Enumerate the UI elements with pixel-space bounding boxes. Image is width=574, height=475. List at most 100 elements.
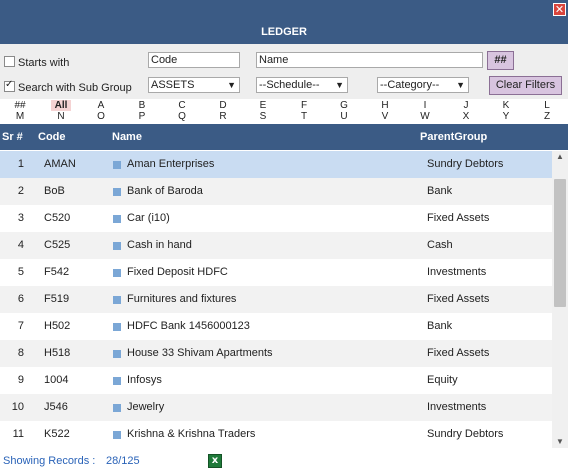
alpha-filter-p[interactable]: P: [132, 111, 152, 122]
alpha-filter-g[interactable]: G: [334, 100, 354, 111]
ledger-icon: [113, 431, 121, 439]
alpha-filter-x[interactable]: X: [456, 111, 476, 122]
category-select[interactable]: --Category-- ▼: [377, 77, 469, 93]
chevron-down-icon: ▼: [227, 80, 236, 90]
table-row[interactable]: 5 F542 Fixed Deposit HDFC Investments: [0, 259, 552, 286]
cell-code: C520: [44, 212, 71, 224]
alpha-filter-o[interactable]: O: [91, 111, 111, 122]
group-select[interactable]: ASSETS ▼: [148, 77, 240, 93]
cell-code: 1004: [44, 374, 69, 386]
subgroup-label: Search with Sub Group: [18, 82, 132, 94]
table-row[interactable]: 7 H502 HDFC Bank 1456000123 Bank: [0, 313, 552, 340]
close-icon[interactable]: ✕: [553, 3, 566, 16]
table-row[interactable]: 9 1004 Infosys Equity: [0, 367, 552, 394]
cell-name: Bank of Baroda: [127, 185, 203, 197]
alpha-filter-b[interactable]: B: [132, 100, 152, 111]
cell-parent-group: Fixed Assets: [427, 293, 490, 305]
cell-name: House 33 Shivam Apartments: [127, 347, 273, 359]
cell-name: Furnitures and fixtures: [127, 293, 237, 305]
table-row[interactable]: 6 F519 Furnitures and fixtures Fixed Assets: [0, 286, 552, 313]
alpha-filter-all[interactable]: All: [51, 100, 71, 111]
cell-code: F519: [44, 293, 70, 305]
table-row[interactable]: 2 BoB Bank of Baroda Bank: [0, 178, 552, 205]
ledger-icon: [113, 350, 121, 358]
alpha-filter-i[interactable]: I: [415, 100, 435, 111]
title-bar: LEDGER ✕: [0, 0, 568, 44]
grid-header: Sr # Code Name ParentGroup: [0, 124, 568, 150]
alpha-filter-q[interactable]: Q: [172, 111, 192, 122]
alpha-filter-h[interactable]: H: [375, 100, 395, 111]
table-row[interactable]: 4 C525 Cash in hand Cash: [0, 232, 552, 259]
alpha-filter-w[interactable]: W: [415, 111, 435, 122]
cell-code: AMAN: [44, 158, 76, 170]
alpha-filter-r[interactable]: R: [213, 111, 233, 122]
alpha-filter-hash#[interactable]: ##: [10, 100, 30, 111]
alpha-filter-y[interactable]: Y: [496, 111, 516, 122]
cell-sr: 2: [17, 185, 24, 197]
cell-name: HDFC Bank 1456000123: [127, 320, 250, 332]
table-row[interactable]: 8 H518 House 33 Shivam Apartments Fixed Ass…: [0, 340, 552, 367]
cell-sr: 10: [11, 401, 24, 413]
alpha-filter-v[interactable]: V: [375, 111, 395, 122]
excel-export-icon[interactable]: x: [208, 454, 222, 468]
chevron-down-icon: ▼: [335, 80, 344, 90]
starts-with-checkbox[interactable]: [4, 56, 15, 67]
subgroup-checkbox[interactable]: [4, 79, 15, 92]
scroll-down-icon[interactable]: ▼: [552, 436, 568, 448]
name-input[interactable]: Name: [256, 52, 483, 68]
grid-scrollbar[interactable]: ▲ ▼: [552, 151, 568, 448]
cell-code: F542: [44, 266, 70, 278]
ledger-icon: [113, 188, 121, 196]
alpha-filter-t[interactable]: T: [294, 111, 314, 122]
cell-sr: 7: [17, 320, 24, 332]
alpha-filter-m[interactable]: M: [10, 111, 30, 122]
alpha-filter-u[interactable]: U: [334, 111, 354, 122]
cell-parent-group: Bank: [427, 185, 453, 197]
window-title: LEDGER: [261, 26, 307, 38]
cell-code: C525: [44, 239, 71, 251]
alpha-filter-f[interactable]: F: [294, 100, 314, 111]
cell-parent-group: Investments: [427, 401, 487, 413]
alpha-filter-d[interactable]: D: [213, 100, 233, 111]
table-row[interactable]: 11 K522 Krishna & Krishna Traders Sundry De…: [0, 421, 552, 448]
cell-name: Krishna & Krishna Traders: [127, 428, 256, 440]
cell-parent-group: Investments: [427, 266, 487, 278]
alpha-filter-a[interactable]: A: [91, 100, 111, 111]
cell-sr: 4: [17, 239, 24, 251]
alpha-filter-e[interactable]: E: [253, 100, 273, 111]
header-code[interactable]: Code: [38, 131, 66, 143]
cell-name: Cash in hand: [127, 239, 192, 251]
table-row[interactable]: 1 AMAN Aman Enterprises Sundry Debtors: [0, 151, 552, 178]
ledger-icon: [113, 296, 121, 304]
chevron-down-icon: ▼: [456, 80, 465, 90]
cell-code: BoB: [44, 185, 65, 197]
alpha-filter-j[interactable]: J: [456, 100, 476, 111]
category-select-value: --Category--: [380, 79, 440, 91]
table-row[interactable]: 3 C520 Car (i10) Fixed Assets: [0, 205, 552, 232]
schedule-select[interactable]: --Schedule-- ▼: [256, 77, 348, 93]
hash-button[interactable]: ##: [487, 51, 514, 70]
cell-code: H518: [44, 347, 71, 359]
cell-name: Infosys: [127, 374, 162, 386]
filter-panel: Starts with Search with Sub Group Code N…: [0, 44, 568, 99]
alpha-filter-l[interactable]: L: [537, 100, 557, 111]
alpha-filter-n[interactable]: N: [51, 111, 71, 122]
alpha-filter-c[interactable]: C: [172, 100, 192, 111]
code-input[interactable]: Code: [148, 52, 240, 68]
scroll-up-icon[interactable]: ▲: [552, 151, 568, 163]
ledger-icon: [113, 323, 121, 331]
cell-name: Car (i10): [127, 212, 170, 224]
header-name[interactable]: Name: [112, 131, 142, 143]
schedule-select-value: --Schedule--: [259, 79, 320, 91]
starts-with-label: Starts with: [18, 57, 70, 69]
clear-filters-button[interactable]: Clear Filters: [489, 76, 562, 95]
ledger-icon: [113, 269, 121, 277]
alpha-filter-s[interactable]: S: [253, 111, 273, 122]
scroll-thumb[interactable]: [554, 179, 566, 307]
alpha-filter-z[interactable]: Z: [537, 111, 557, 122]
header-parent-group[interactable]: ParentGroup: [420, 131, 487, 143]
table-row[interactable]: 10 J546 Jewelry Investments: [0, 394, 552, 421]
ledger-icon: [113, 215, 121, 223]
alpha-filter-k[interactable]: K: [496, 100, 516, 111]
cell-name: Fixed Deposit HDFC: [127, 266, 228, 278]
